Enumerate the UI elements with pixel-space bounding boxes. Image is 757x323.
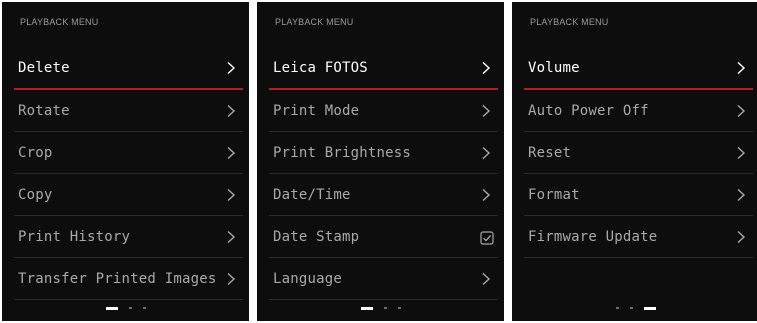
menu-item-label: Print Brightness	[273, 144, 412, 161]
playback-menu-screen-3: PLAYBACK MENU Volume Auto Power Off Reset F…	[512, 2, 757, 321]
chevron-right-icon	[225, 272, 237, 286]
chevron-right-icon	[480, 272, 492, 286]
menu-item-label: Date/Time	[273, 186, 351, 203]
menu-item-auto-power-off[interactable]: Auto Power Off	[524, 90, 753, 132]
page-dot-active	[643, 306, 656, 310]
chevron-right-icon	[735, 104, 747, 118]
page-indicator	[257, 305, 504, 311]
menu-item-crop[interactable]: Crop	[14, 132, 243, 174]
page-dot	[397, 307, 401, 309]
page-dot	[142, 307, 146, 309]
menu-item-label: Transfer Printed Images	[18, 270, 217, 287]
page-indicator	[512, 305, 757, 311]
menu-item-volume[interactable]: Volume	[524, 48, 753, 90]
menu-item-label: Reset	[528, 144, 572, 161]
menu-item-label: Firmware Update	[528, 228, 658, 245]
menu-title: PLAYBACK MENU	[530, 17, 609, 27]
page-dot	[615, 307, 619, 309]
chevron-right-icon	[225, 146, 237, 160]
menu-item-label: Volume	[528, 60, 580, 76]
menu-item-rotate[interactable]: Rotate	[14, 90, 243, 132]
menu-item-label: Delete	[18, 60, 70, 76]
page-indicator	[2, 305, 249, 311]
page-dot	[383, 307, 387, 309]
page-dot	[128, 307, 132, 309]
menu-item-reset[interactable]: Reset	[524, 132, 753, 174]
chevron-right-icon	[480, 146, 492, 160]
chevron-right-icon	[735, 146, 747, 160]
chevron-right-icon	[480, 61, 492, 75]
checkbox-checked-icon	[480, 230, 494, 245]
chevron-right-icon	[225, 188, 237, 202]
chevron-right-icon	[480, 188, 492, 202]
menu-list: Volume Auto Power Off Reset Format Firmware …	[512, 48, 757, 258]
menu-item-label: Crop	[18, 144, 53, 161]
menu-item-label: Auto Power Off	[528, 102, 649, 119]
chevron-right-icon	[225, 230, 237, 244]
menu-item-label: Date Stamp	[273, 228, 360, 245]
menu-item-label: Rotate	[18, 102, 70, 119]
menu-title: PLAYBACK MENU	[20, 17, 99, 27]
menu-list: Leica FOTOS Print Mode Print Brightness Dat…	[257, 48, 504, 300]
menu-item-transfer-printed-images[interactable]: Transfer Printed Images	[14, 258, 243, 300]
menu-item-copy[interactable]: Copy	[14, 174, 243, 216]
menu-item-label: Format	[528, 186, 580, 203]
page-dot-active	[360, 306, 373, 310]
menu-item-language[interactable]: Language	[269, 258, 498, 300]
chevron-right-icon	[735, 230, 747, 244]
menu-list: Delete Rotate Crop Copy Print History Transfe…	[2, 48, 249, 300]
chevron-right-icon	[735, 188, 747, 202]
playback-menu-screen-2: PLAYBACK MENU Leica FOTOS Print Mode Print…	[257, 2, 504, 321]
menu-title: PLAYBACK MENU	[275, 17, 354, 27]
menu-item-format[interactable]: Format	[524, 174, 753, 216]
menu-item-label: Print History	[18, 228, 131, 245]
menu-item-label: Leica FOTOS	[273, 60, 368, 76]
menu-item-firmware-update[interactable]: Firmware Update	[524, 216, 753, 258]
menu-item-label: Language	[273, 270, 343, 287]
playback-menu-screen-1: PLAYBACK MENU Delete Rotate Crop Copy Print …	[2, 2, 249, 321]
menu-item-label: Print Mode	[273, 102, 360, 119]
menu-item-label: Copy	[18, 186, 53, 203]
menu-item-date-stamp[interactable]: Date Stamp	[269, 216, 498, 258]
chevron-right-icon	[225, 104, 237, 118]
menu-item-print-mode[interactable]: Print Mode	[269, 90, 498, 132]
chevron-right-icon	[735, 61, 747, 75]
page-dot	[629, 307, 633, 309]
menu-item-date-time[interactable]: Date/Time	[269, 174, 498, 216]
chevron-right-icon	[225, 61, 237, 75]
chevron-right-icon	[480, 104, 492, 118]
menu-item-print-brightness[interactable]: Print Brightness	[269, 132, 498, 174]
menu-item-delete[interactable]: Delete	[14, 48, 243, 90]
menu-item-leica-fotos[interactable]: Leica FOTOS	[269, 48, 498, 90]
menu-item-print-history[interactable]: Print History	[14, 216, 243, 258]
page-dot-active	[105, 306, 118, 310]
